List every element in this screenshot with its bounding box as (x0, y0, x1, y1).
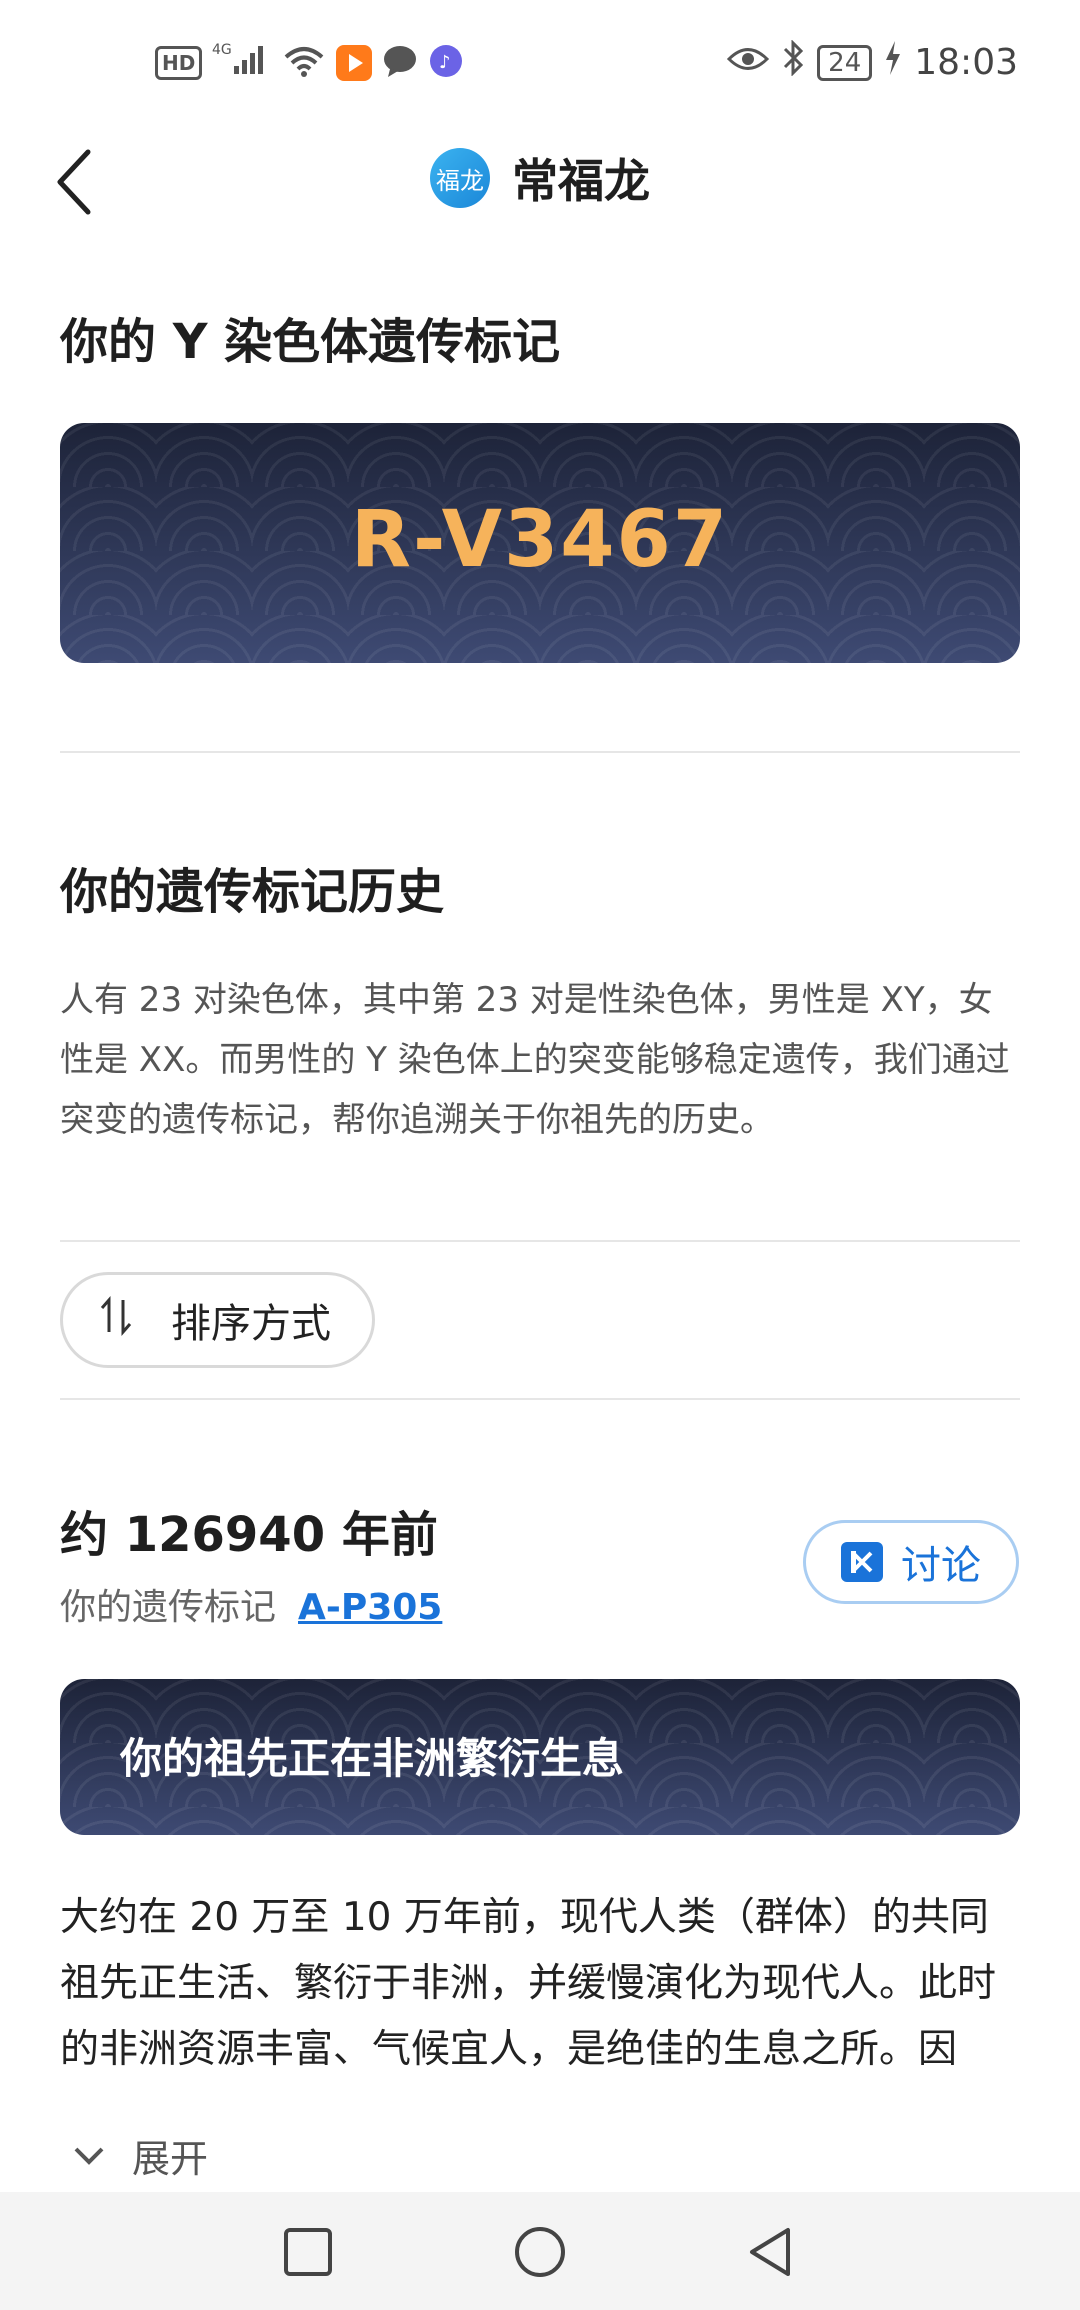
y-marker-heading: 你的 Y 染色体遗传标记 (60, 314, 561, 370)
divider (60, 1398, 1020, 1400)
entry-marker-line: 你的遗传标记 A-P305 (60, 1578, 442, 1630)
status-left: HD 4G ♪ (155, 40, 464, 85)
page-title: 常福龙 (512, 154, 650, 208)
triangle-back-icon (750, 2228, 790, 2276)
avatar: 福龙 (430, 148, 490, 208)
bluetooth-icon (781, 39, 805, 85)
sort-icon (97, 1295, 137, 1345)
entry-marker-prefix: 你的遗传标记 (60, 1587, 277, 1628)
svg-text:4G: 4G (212, 42, 232, 58)
circle-icon (515, 2227, 565, 2277)
discuss-button[interactable]: 讨论 (803, 1520, 1019, 1604)
discuss-label: 讨论 (901, 1543, 981, 1589)
sort-button[interactable]: 排序方式 (60, 1272, 375, 1368)
sort-label: 排序方式 (171, 1301, 331, 1347)
svg-text:♪: ♪ (439, 52, 451, 73)
hd-icon: HD (155, 45, 203, 80)
divider (60, 751, 1020, 753)
clock: 18:03 (914, 42, 1018, 83)
entry-story: 大约在 20 万至 10 万年前，现代人类（群体）的共同祖先正生活、繁衍于非洲，… (60, 1895, 997, 2072)
history-description: 人有 23 对染色体，其中第 23 对是性染色体，男性是 XY，女性是 XX。而… (60, 980, 1010, 1140)
message-icon (382, 43, 418, 83)
recent-apps-button[interactable] (278, 2222, 338, 2282)
eye-icon (727, 42, 770, 83)
music-icon: ♪ (428, 43, 464, 83)
y-marker-card: R-V3467 (60, 423, 1020, 663)
entry-age: 约 126940 年前 (60, 1507, 438, 1563)
square-icon (284, 2228, 332, 2276)
nav-back-button[interactable] (742, 2222, 802, 2282)
expand-label: 展开 (132, 2137, 209, 2181)
divider (60, 1240, 1020, 1242)
signal-icon: 4G (212, 40, 272, 85)
home-button[interactable] (510, 2222, 570, 2282)
chevron-down-icon (72, 2136, 106, 2176)
video-app-icon (336, 44, 373, 81)
system-nav-bar (0, 2192, 1080, 2310)
ancestor-banner: 你的祖先正在非洲繁衍生息 (60, 1679, 1020, 1835)
discuss-icon (841, 1542, 883, 1582)
header-title-group: 福龙 常福龙 (0, 145, 1080, 211)
charging-icon (884, 41, 902, 84)
wifi-icon (282, 43, 326, 83)
battery-icon: 24 (817, 44, 873, 81)
expand-button[interactable]: 展开 (72, 2128, 208, 2183)
y-marker-code: R-V3467 (350, 495, 730, 585)
history-heading: 你的遗传标记历史 (60, 864, 445, 920)
status-bar: HD 4G ♪ 24 18:03 (0, 0, 1080, 120)
status-right: 24 18:03 (727, 39, 1018, 85)
banner-text: 你的祖先正在非洲繁衍生息 (120, 1734, 625, 1783)
marker-link[interactable]: A-P305 (298, 1587, 442, 1628)
app-header: 福龙 常福龙 (0, 120, 1080, 240)
